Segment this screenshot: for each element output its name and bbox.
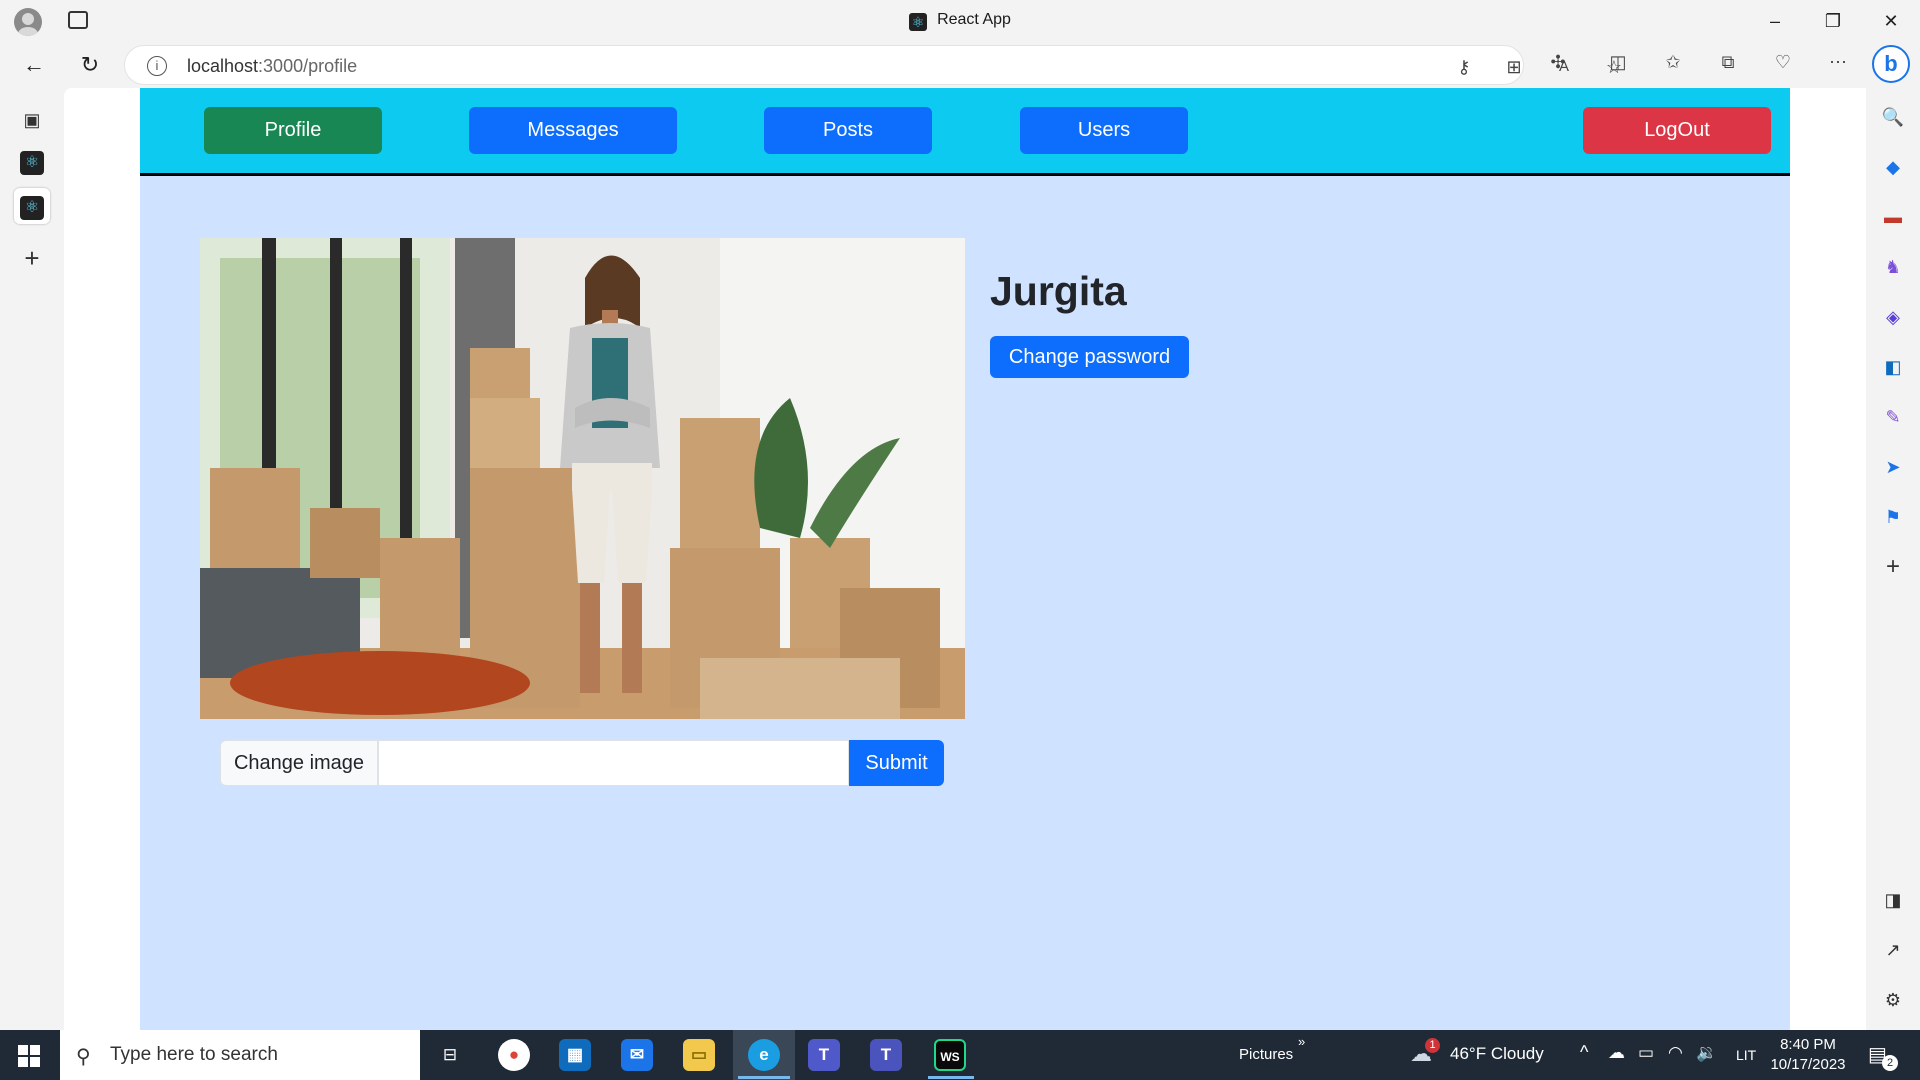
react-app: Profile Messages Posts Users LogOut Jurg… [140,88,1790,1030]
store-icon[interactable]: ▦ [559,1039,591,1071]
search-icon[interactable]: 🔍 [1879,103,1907,131]
chrome-icon[interactable]: ● [498,1039,530,1071]
show-hidden-icons-chevron-icon[interactable]: ^ [1580,1042,1588,1063]
profile-photo [200,238,965,719]
change-password-button[interactable]: Change password [990,336,1189,378]
messages-nav-button[interactable]: Messages [469,107,677,154]
browser-title-bar: ⚛ React App – ❐ ✕ [0,0,1920,41]
edge-sidebar: 🔍 ◆ ▬ ♞ ◈ ◧ ✎ ➤ ⚑ + ◨ ↗ ⚙ [1866,88,1920,1030]
start-logo-tile [18,1057,28,1067]
clock-time: 8:40 PM [1780,1036,1836,1053]
windows-start-icon[interactable] [18,1045,40,1067]
shopping-tag-icon[interactable]: ◆ [1879,153,1907,181]
url-path: :3000/profile [258,56,358,76]
page-viewport: Profile Messages Posts Users LogOut Jurg… [64,88,1866,1030]
submit-image-button[interactable]: Submit [849,740,944,786]
onedrive-icon[interactable]: ☁ [1608,1043,1625,1063]
window-title: ⚛ React App [0,11,1920,31]
back-button[interactable]: ← [18,49,50,81]
react-favicon-icon: ⚛ [909,13,928,31]
refresh-button[interactable]: ↻ [74,49,106,81]
password-key-icon[interactable]: ⚷ [1451,54,1477,80]
send-icon[interactable]: ➤ [1879,453,1907,481]
browser-essentials-icon[interactable]: ♡ [1770,49,1796,75]
collections-icon[interactable]: ⧉ [1715,49,1741,75]
favorites-icon[interactable]: ✩ [1660,49,1686,75]
restore-button[interactable]: ❐ [1810,6,1856,36]
start-logo-tile [30,1045,40,1055]
teams-work-icon[interactable]: T [870,1039,902,1071]
flag-icon[interactable]: ⚑ [1879,503,1907,531]
teams-icon[interactable]: T [808,1039,840,1071]
change-image-label[interactable]: Change image [220,740,378,786]
window-title-text: React App [937,11,1011,28]
address-bar[interactable]: i localhost:3000/profile ⚷ ⊞ A ☆ [124,45,1622,85]
profile-nav-button[interactable]: Profile [204,107,382,154]
taskbar-search-placeholder: Type here to search [110,1044,278,1065]
webstorm-icon[interactable]: WS [934,1039,966,1071]
logout-button[interactable]: LogOut [1583,107,1771,154]
weather-badge: 1 [1425,1038,1440,1053]
close-window-button[interactable]: ✕ [1868,6,1914,36]
edge-icon[interactable]: e [748,1039,780,1071]
url-host: localhost [187,56,259,76]
open-external-icon[interactable]: ↗ [1879,936,1907,964]
edge-taskbar-indicator [738,1076,790,1079]
webstorm-taskbar-indicator [928,1076,974,1079]
add-sidebar-icon[interactable]: + [1879,553,1907,581]
clock-date: 10/17/2023 [1770,1056,1846,1073]
hide-sidebar-icon[interactable]: ◨ [1879,886,1907,914]
tools-icon[interactable]: ▬ [1879,203,1907,231]
minimize-button[interactable]: – [1752,6,1798,36]
task-view-icon[interactable]: ⊟ [434,1039,466,1071]
top-navbar: Profile Messages Posts Users LogOut [140,88,1790,176]
app-available-icon[interactable]: ⊞ [1501,54,1527,80]
battery-icon[interactable]: ▭ [1638,1043,1654,1063]
search-magnifier-icon: ⚲ [76,1046,91,1068]
more-menu-icon[interactable]: ⋯ [1825,49,1851,75]
profile-username: Jurgita [990,268,1127,314]
wifi-icon[interactable]: ◠ [1668,1043,1683,1063]
pictures-toolbar[interactable]: Pictures [1239,1046,1293,1063]
start-logo-tile [18,1045,28,1055]
designer-icon[interactable]: ✎ [1879,403,1907,431]
react-tab-active-icon: ⚛ [20,196,44,220]
sidebar-settings-gear-icon[interactable]: ⚙ [1879,986,1907,1014]
volume-icon[interactable]: 🔉 [1696,1043,1717,1063]
change-image-form: Change image Submit [220,740,948,786]
react-tab-icon[interactable]: ⚛ [20,151,44,175]
bing-copilot-icon[interactable]: b [1872,45,1910,83]
windows-taskbar: ⚲ Type here to search ⊟ ● ▦ ✉ ▭ e T T WS… [0,1030,1920,1080]
url-text: localhost:3000/profile [187,56,357,77]
image-file-input[interactable] [378,740,849,786]
profile-photo-illustration [200,238,965,719]
tab-actions-menu-icon[interactable]: ▣ [14,102,50,138]
outlook-icon[interactable]: ◧ [1879,353,1907,381]
toolbar-expand-icon[interactable]: » [1298,1034,1305,1049]
start-logo-tile [30,1057,40,1067]
vertical-tabs-bar: ▣ ⚛ ⚛ + [0,88,64,1030]
file-explorer-icon[interactable]: ▭ [683,1039,715,1071]
system-clock[interactable]: 8:40 PM 10/17/2023 [1752,1035,1864,1075]
users-nav-button[interactable]: Users [1020,107,1188,154]
split-screen-icon[interactable]: ◫ [1605,49,1631,75]
microsoft365-icon[interactable]: ◈ [1879,303,1907,331]
react-tab-active[interactable]: ⚛ [14,188,50,224]
site-info-icon[interactable]: i [147,56,167,76]
mail-icon[interactable]: ✉ [621,1039,653,1071]
games-icon[interactable]: ♞ [1879,253,1907,281]
weather-text[interactable]: 46°F Cloudy [1450,1044,1544,1064]
browser-toolbar: ← ↻ i localhost:3000/profile ⚷ ⊞ A ☆ ✣ ◫… [0,41,1920,88]
extensions-icon[interactable]: ✣ [1545,49,1571,75]
notification-count-badge: 2 [1882,1055,1898,1071]
new-tab-icon[interactable]: + [14,240,50,276]
posts-nav-button[interactable]: Posts [764,107,932,154]
taskbar-search-box[interactable]: ⚲ Type here to search [60,1030,420,1080]
